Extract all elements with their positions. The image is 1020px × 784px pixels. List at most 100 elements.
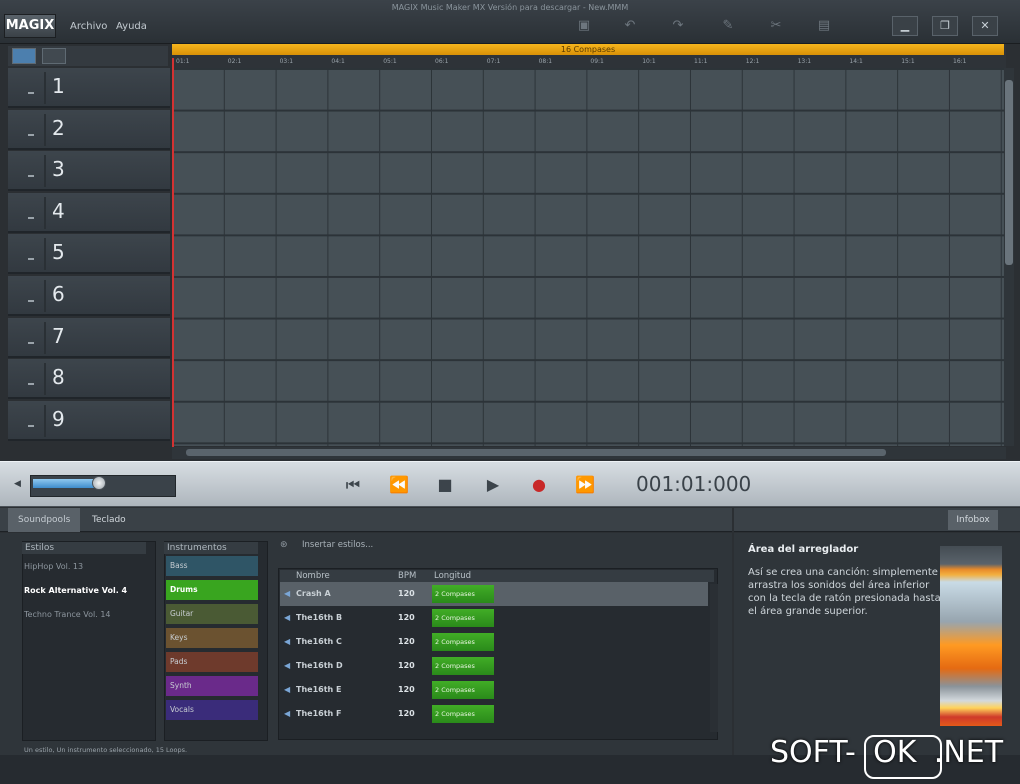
cut-icon[interactable]: ✂ <box>766 16 786 36</box>
track-fold-icon[interactable] <box>28 133 34 136</box>
tab-teclado[interactable]: Teclado <box>82 508 136 532</box>
preview-speaker-icon[interactable]: ◀ <box>284 709 290 718</box>
track-separator <box>44 72 46 104</box>
instrument-item[interactable]: Pads <box>166 652 258 672</box>
track-fold-icon[interactable] <box>28 341 34 344</box>
track-separator <box>44 196 46 229</box>
watermark-box <box>864 735 942 779</box>
instrument-item[interactable]: Bass <box>166 556 258 576</box>
loop-length: 2 Compases <box>432 585 494 603</box>
preview-speaker-icon[interactable]: ◀ <box>284 589 290 598</box>
track-separator <box>44 155 46 188</box>
track-separator <box>44 280 46 312</box>
loop-row[interactable]: ◀ The16th D 120 2 Compases <box>280 654 708 678</box>
instrument-item[interactable]: Keys <box>166 628 258 648</box>
track-header-6[interactable]: 6 <box>8 276 170 316</box>
watermark-right: .NET <box>933 735 1004 770</box>
loop-row[interactable]: ◀ The16th E 120 2 Compases <box>280 678 708 702</box>
volume-knob[interactable] <box>91 476 106 490</box>
go-to-start-button[interactable]: ⏮ <box>336 474 370 496</box>
col-nombre[interactable]: Nombre <box>296 571 330 581</box>
single-view-button[interactable] <box>12 48 36 64</box>
volume-fill <box>33 479 99 488</box>
instrument-item[interactable]: Vocals <box>166 700 258 720</box>
loop-bpm: 120 <box>398 637 415 646</box>
col-bpm[interactable]: BPM <box>398 571 416 581</box>
track-header-4[interactable]: 4 <box>8 192 170 233</box>
instrument-item[interactable]: Drums <box>166 580 258 600</box>
track-fold-icon[interactable] <box>28 175 34 178</box>
instrument-item[interactable]: Guitar <box>166 604 258 624</box>
close-button[interactable]: ✕ <box>972 16 998 36</box>
estilo-item[interactable]: Rock Alternative Vol. 4 <box>24 586 127 595</box>
record-button[interactable]: ● <box>522 474 556 496</box>
track-header-8[interactable]: 8 <box>8 359 170 400</box>
loop-range-bar[interactable]: 16 Compases <box>172 44 1004 55</box>
pencil-icon[interactable]: ✎ <box>718 16 738 36</box>
undo-icon[interactable]: ↶ <box>620 16 640 36</box>
restore-button[interactable]: ❐ <box>932 16 958 36</box>
loop-row[interactable]: ◀ The16th F 120 2 Compases <box>280 702 708 726</box>
arranger-grid[interactable] <box>172 68 1004 446</box>
track-fold-icon[interactable] <box>28 300 34 302</box>
track-number: 8 <box>52 365 65 390</box>
track-number: 6 <box>52 282 65 306</box>
track-header-3[interactable]: 3 <box>8 151 170 192</box>
menu-archivo[interactable]: Archivo <box>70 21 107 32</box>
preview-speaker-icon[interactable]: ◀ <box>284 613 290 622</box>
track-fold-icon[interactable] <box>28 424 34 427</box>
estilo-item[interactable]: HipHop Vol. 13 <box>24 562 83 571</box>
loop-bpm: 120 <box>398 685 415 694</box>
track-header-5[interactable]: 5 <box>8 234 170 275</box>
preview-speaker-icon[interactable]: ◀ <box>284 661 290 670</box>
menu-ayuda[interactable]: Ayuda <box>116 21 147 32</box>
track-fold-icon[interactable] <box>28 92 34 94</box>
loop-list-header: Nombre BPM Longitud <box>280 570 714 582</box>
loop-length: 2 Compases <box>432 657 494 675</box>
track-separator <box>44 113 46 146</box>
track-separator <box>44 404 46 437</box>
fast-forward-button[interactable]: ⏩ <box>568 474 602 496</box>
skip-start-icon: ⏮ <box>345 475 361 494</box>
estilos-list[interactable] <box>22 541 156 741</box>
horizontal-scroll-thumb[interactable] <box>186 449 886 456</box>
preview-speaker-icon[interactable]: ◀ <box>284 637 290 646</box>
track-header-9[interactable]: 9 <box>8 400 170 441</box>
track-header-2[interactable]: 2 <box>8 109 170 150</box>
loop-list-scrollbar[interactable] <box>710 584 718 732</box>
minimize-button[interactable]: ▁ <box>892 16 918 36</box>
rewind-button[interactable]: ⏪ <box>382 474 416 496</box>
track-fold-icon[interactable] <box>28 383 34 386</box>
vertical-scroll-thumb[interactable] <box>1005 80 1013 265</box>
insert-styles-link[interactable]: Insertar estilos... <box>302 540 373 550</box>
preview-speaker-icon[interactable]: ◀ <box>284 685 290 694</box>
instrument-item[interactable]: Synth <box>166 676 258 696</box>
stop-button[interactable]: ■ <box>428 474 462 496</box>
delete-icon[interactable]: ▤ <box>814 16 834 36</box>
track-header-7[interactable]: 7 <box>8 317 170 358</box>
loop-row[interactable]: ◀ The16th B 120 2 Compases <box>280 606 708 630</box>
col-longitud[interactable]: Longitud <box>434 571 471 581</box>
track-header-1[interactable]: 1 <box>8 68 170 108</box>
estilo-item[interactable]: Techno Trance Vol. 14 <box>24 610 111 619</box>
track-fold-icon[interactable] <box>28 216 34 219</box>
fast-forward-icon: ⏩ <box>575 475 595 494</box>
track-number: 7 <box>52 323 65 348</box>
tab-soundpools[interactable]: Soundpools <box>8 508 81 532</box>
grid-view-button[interactable] <box>42 48 66 64</box>
ruler-tick: 08:1 <box>538 58 553 65</box>
loop-row[interactable]: ◀ Crash A 120 2 Compases <box>280 582 708 606</box>
ruler-tick: 14:1 <box>849 58 863 65</box>
loop-row[interactable]: ◀ The16th C 120 2 Compases <box>280 630 708 654</box>
ruler-tick: 13:1 <box>797 58 812 65</box>
save-icon[interactable]: ▣ <box>574 16 594 36</box>
loop-bpm: 120 <box>398 589 415 598</box>
playhead-marker[interactable] <box>172 58 174 448</box>
loop-name: The16th D <box>296 661 343 670</box>
loop-bpm: 120 <box>398 613 415 622</box>
loop-bpm: 120 <box>398 661 415 670</box>
play-button[interactable]: ▶ <box>476 474 510 496</box>
track-fold-icon[interactable] <box>28 258 34 261</box>
tab-infobox[interactable]: Infobox <box>948 510 998 530</box>
redo-icon[interactable]: ↷ <box>668 16 688 36</box>
